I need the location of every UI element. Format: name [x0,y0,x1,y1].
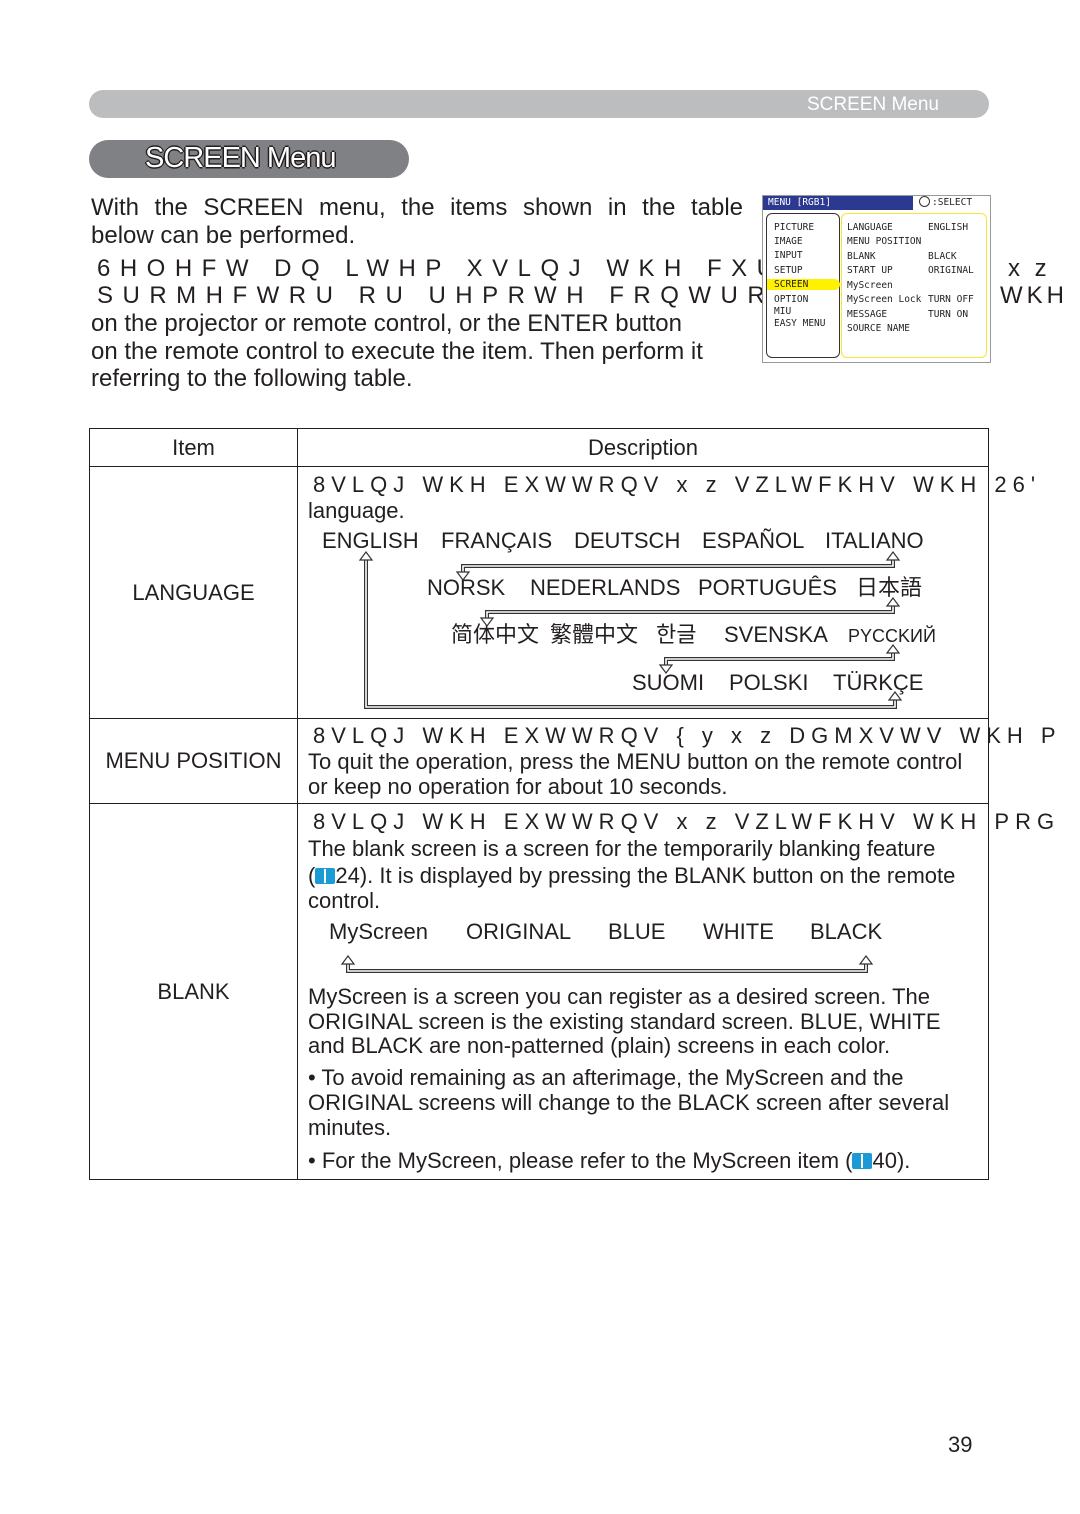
language-cycle-arrow [364,558,897,709]
osd-sub-item: LANGUAGE [847,222,893,233]
blank-note: minutes. [308,1115,392,1140]
osd-item: SETUP [774,265,803,276]
osd-item: MIU [774,306,792,317]
osd-sub-value: ENGLISH [928,222,969,233]
osd-sub-value: TURN OFF [928,294,974,305]
select-dial-icon [919,196,930,207]
blank-cycle-arrow [346,962,868,973]
intro-garbled-line: x z [1008,255,1051,282]
osd-item: OPTION [774,294,809,305]
osd-sub-item: SOURCE NAME [847,323,910,334]
blank-option: ORIGINAL [466,919,572,944]
page-reference-link[interactable]: 40 [872,1148,896,1173]
osd-sub-value: BLACK [928,251,957,262]
osd-item: IMAGE [774,236,803,247]
blank-garbled: 8VLQJ WKH EXWWRQV x z VZLWFKHV WKH PRG [313,809,1061,834]
menu-position-text: or keep no operation for about 10 second… [308,774,728,799]
page-reference-link[interactable]: 24 [335,863,359,888]
osd-sub-value: TURN ON [928,309,969,320]
blank-text: control. [308,888,381,913]
menu-position-garbled: 8VLQJ WKH EXWWRQV { y x z DGMXVWV WKH P [313,723,1062,748]
osd-sub-item: MENU POSITION [847,236,922,247]
book-reference-icon [315,868,336,884]
osd-item-selected: SCREEN [767,279,840,290]
blank-option: WHITE [703,919,774,944]
blank-text: The blank screen is a screen for the tem… [308,836,936,861]
blank-note: • For the MyScreen, please refer to the … [308,1148,911,1173]
osd-item: INPUT [774,250,803,261]
osd-title-bar: MENU [RGB1] [763,196,913,210]
blank-text: MyScreen is a screen you can register as… [308,984,931,1009]
blank-text: (24). It is displayed by pressing the BL… [308,863,956,888]
osd-select-hint: :SELECT [915,196,990,210]
blank-option: MyScreen [329,919,429,944]
osd-left-panel: PICTURE IMAGE INPUT SETUP SCREEN OPTION … [766,213,840,358]
menu-position-text: To quit the operation, press the MENU bu… [308,749,963,774]
osd-menu-image: MENU [RGB1] :SELECT PICTURE IMAGE INPUT … [762,195,991,363]
osd-sub-item: MyScreen [847,280,893,291]
blank-option: BLACK [810,919,883,944]
osd-sub-item: MESSAGE [847,309,888,320]
osd-sub-item: MyScreen Lock [847,294,922,305]
osd-sub-value: ORIGINAL [928,265,974,276]
osd-sub-item: BLANK [847,251,876,262]
osd-item: PICTURE [774,222,815,233]
blank-note: • To avoid remaining as an afterimage, t… [308,1065,904,1090]
intro-garbled-line: WKH [1000,282,1068,309]
blank-note: ORIGINAL screens will change to the BLAC… [308,1090,950,1115]
page-number: 39 [948,1432,973,1457]
osd-sub-item: START UP [847,265,893,276]
osd-right-panel: LANGUAGE ENGLISH MENU POSITION BLANK BLACK… [841,213,987,358]
blank-option: BLUE [608,919,666,944]
book-reference-icon [852,1153,873,1169]
blank-text: and BLACK are non-patterned (plain) scre… [308,1033,891,1058]
osd-item: EASY MENU [774,318,826,329]
blank-text: ORIGINAL screen is the existing standard… [308,1009,941,1034]
